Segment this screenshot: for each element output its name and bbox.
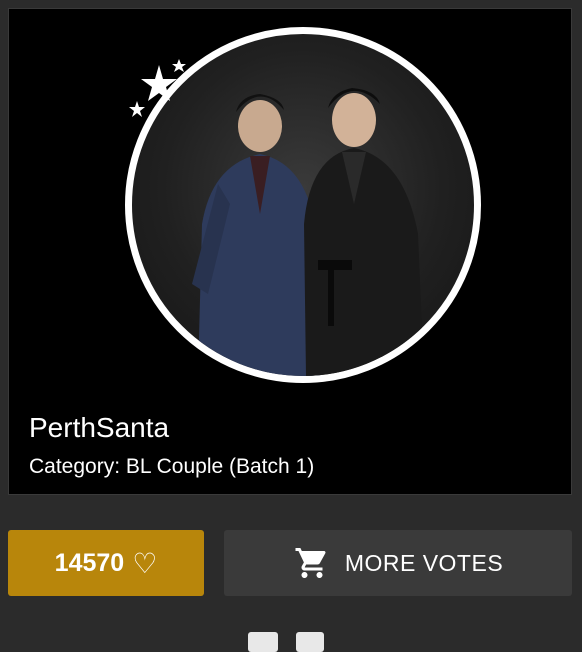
contestant-name: PerthSanta — [29, 412, 170, 443]
heart-icon: ♡ — [132, 547, 158, 579]
contestant-card: PerthSanta Category: BL Couple (Batch 1) — [8, 8, 572, 495]
stars-decoration-icon — [129, 59, 186, 117]
contestant-category: Category: BL Couple (Batch 1) — [29, 455, 315, 478]
partial-icon-right — [296, 632, 324, 652]
vote-count: 14570 — [54, 548, 125, 577]
partial-icon-left — [248, 632, 278, 652]
more-votes-button[interactable]: MORE VOTES — [224, 530, 572, 596]
shopping-cart-icon — [295, 548, 326, 578]
contestant-photo-frame — [125, 27, 481, 383]
vote-button[interactable]: 14570 ♡ — [8, 530, 204, 596]
more-votes-label: MORE VOTES — [344, 549, 504, 576]
